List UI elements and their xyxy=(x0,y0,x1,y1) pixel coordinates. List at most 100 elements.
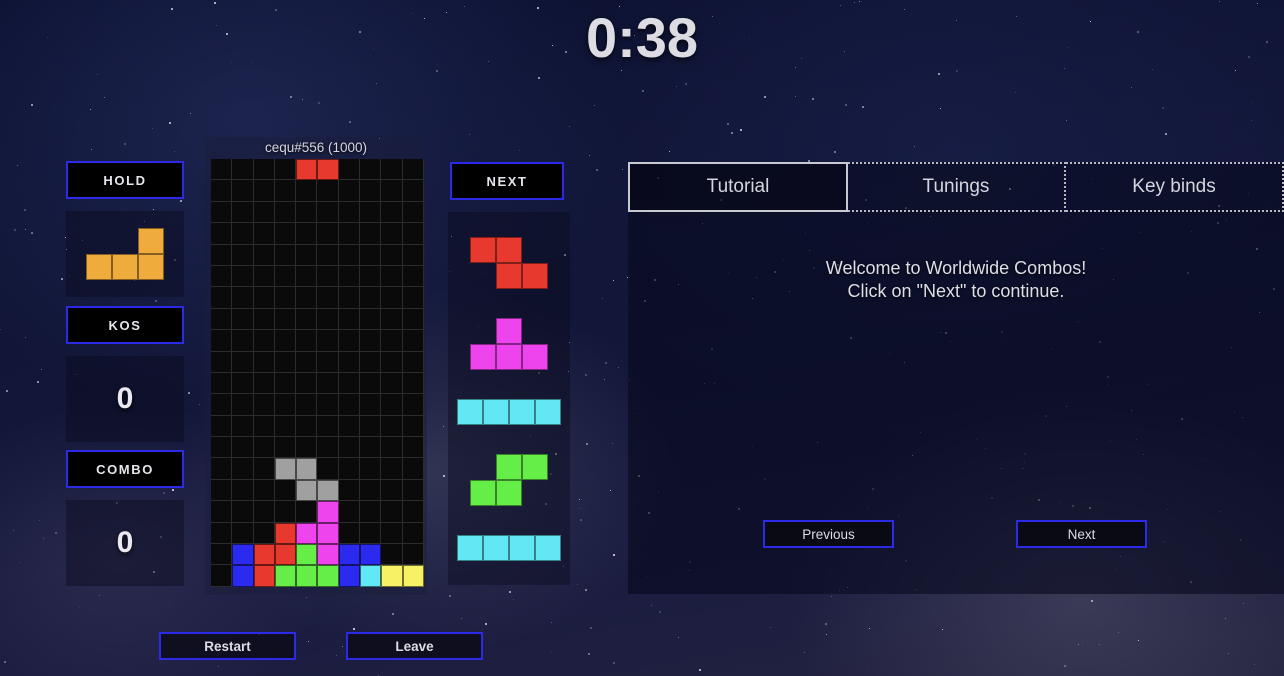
board-cell xyxy=(274,351,297,373)
board-cell xyxy=(402,394,424,416)
hold-piece xyxy=(86,228,164,280)
board-cell xyxy=(402,479,424,502)
next-cell xyxy=(470,479,496,506)
board-cell xyxy=(381,265,403,288)
board-cell xyxy=(402,544,424,566)
next-cell xyxy=(509,398,535,425)
board-cell xyxy=(296,180,318,202)
board-cell xyxy=(211,308,233,331)
next-cell xyxy=(496,343,522,370)
tab-key-binds[interactable]: Key binds xyxy=(1066,162,1284,212)
board-cell xyxy=(381,458,403,480)
board-cell xyxy=(381,244,403,266)
board-cell xyxy=(317,351,339,373)
board-cell xyxy=(274,287,297,309)
board-cell xyxy=(211,522,233,545)
board-cell xyxy=(296,501,318,523)
board-cell xyxy=(402,180,424,202)
next-button[interactable]: Next xyxy=(1016,520,1147,548)
board-cell xyxy=(402,501,424,523)
next-piece xyxy=(470,317,548,370)
leave-button[interactable]: Leave xyxy=(346,632,483,660)
tab-tutorial[interactable]: Tutorial xyxy=(628,162,848,212)
board-cell xyxy=(402,437,424,459)
board-cell xyxy=(402,201,424,224)
board-cell xyxy=(232,479,254,502)
board-cell xyxy=(253,415,275,438)
next-label: NEXT xyxy=(450,162,564,200)
board-cell xyxy=(317,565,339,587)
hold-cell xyxy=(86,254,112,280)
tutorial-line-2: Click on "Next" to continue. xyxy=(847,281,1065,301)
player-name: cequ#556 (1000) xyxy=(264,140,368,155)
board-cell xyxy=(317,330,339,352)
kos-value: 0 xyxy=(116,382,134,415)
board-cell xyxy=(402,159,424,181)
next-cell xyxy=(496,236,522,263)
board-cell xyxy=(338,565,361,587)
next-cell-empty xyxy=(470,454,496,480)
next-queue xyxy=(448,212,570,585)
board-cell xyxy=(232,351,254,373)
board-cell xyxy=(211,565,233,587)
board-cell xyxy=(253,308,275,331)
kos-label: KOS xyxy=(66,306,184,344)
playfield-grid[interactable] xyxy=(211,159,424,587)
board-cell xyxy=(232,330,254,352)
board-cell xyxy=(211,201,233,224)
next-cell xyxy=(470,236,496,263)
board-cell xyxy=(338,223,361,245)
next-piece xyxy=(470,236,548,289)
board-cell xyxy=(360,244,382,266)
board-cell xyxy=(381,330,403,352)
hold-cell xyxy=(138,254,164,280)
board-cell xyxy=(381,287,403,309)
board-cell xyxy=(253,287,275,309)
previous-button[interactable]: Previous xyxy=(763,520,894,548)
board-cell xyxy=(211,265,233,288)
board-cell xyxy=(274,522,297,545)
board-cell xyxy=(338,308,361,331)
next-cell xyxy=(457,398,483,425)
board-cell xyxy=(381,415,403,438)
board-cell xyxy=(360,372,382,395)
board-cell xyxy=(381,394,403,416)
next-cell xyxy=(483,534,509,561)
board-cell xyxy=(296,565,318,587)
board-cell xyxy=(232,437,254,459)
game-screen: 0:38 HOLD KOS 0 COMBO 0 cequ#556 (1000) … xyxy=(0,0,1284,676)
restart-button[interactable]: Restart xyxy=(159,632,296,660)
board-cell xyxy=(232,180,254,202)
board-cell xyxy=(317,479,339,502)
board-cell xyxy=(381,437,403,459)
next-piece xyxy=(457,398,561,425)
board-cell xyxy=(211,394,233,416)
board-cell xyxy=(360,223,382,245)
board-cell xyxy=(338,265,361,288)
next-cell xyxy=(522,453,548,480)
board-cell xyxy=(296,244,318,266)
board-cell xyxy=(402,372,424,395)
next-cell xyxy=(496,317,522,344)
board-cell xyxy=(232,308,254,331)
board-cell xyxy=(274,437,297,459)
next-cell xyxy=(483,398,509,425)
board-cell xyxy=(253,159,275,181)
board-cell xyxy=(274,544,297,566)
tab-label: Tunings xyxy=(922,176,990,197)
board-cell xyxy=(402,458,424,480)
next-cell-empty xyxy=(470,318,496,344)
board-cell xyxy=(253,201,275,224)
board-cell xyxy=(381,308,403,331)
board-cell xyxy=(253,544,275,566)
board-cell xyxy=(253,330,275,352)
board-cell xyxy=(211,351,233,373)
next-cell xyxy=(522,262,548,289)
board-cell xyxy=(232,501,254,523)
board-cell xyxy=(211,501,233,523)
next-cell-empty xyxy=(522,318,548,344)
board-cell xyxy=(317,308,339,331)
tab-tunings[interactable]: Tunings xyxy=(848,162,1066,212)
board-cell xyxy=(232,265,254,288)
board-cell xyxy=(296,159,318,181)
